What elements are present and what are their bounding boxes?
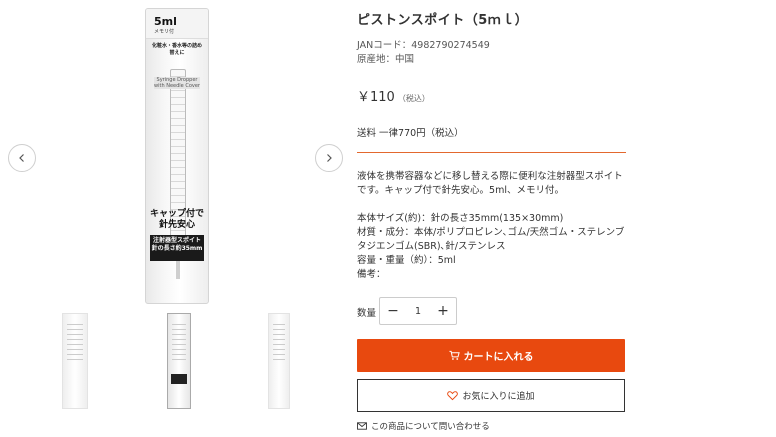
- mail-icon: [357, 422, 367, 430]
- product-origin: 原産地：中国: [357, 54, 415, 65]
- quantity-label: 数量: [357, 308, 377, 319]
- quantity-input[interactable]: [406, 298, 430, 324]
- package-desc-text: 化粧水・香水等の詰め替えに: [152, 43, 203, 56]
- thumbnail-band: [171, 374, 187, 384]
- thumbnail-text-lines: [172, 320, 186, 360]
- add-to-favorites-label: お気に入りに追加: [462, 392, 535, 402]
- product-title: ピストンスポイト（5ｍｌ）: [357, 13, 529, 28]
- product-inquiry-link[interactable]: この商品について問い合わせる: [357, 420, 490, 432]
- add-to-cart-button[interactable]: カートに入れる: [357, 339, 625, 372]
- gallery-thumbnail[interactable]: [62, 313, 88, 409]
- package-sub-text: メモリ付: [154, 29, 175, 35]
- add-to-favorites-button[interactable]: お気に入りに追加: [357, 379, 625, 412]
- product-price: ￥110 （税込）: [357, 86, 430, 105]
- syringe-label: Syringe Dropper with Needle Cover: [154, 77, 200, 89]
- thumbnail-text-lines: [67, 320, 83, 360]
- price-tax-note: （税込）: [397, 94, 430, 103]
- heart-icon: [447, 391, 459, 401]
- quantity-stepper: − +: [379, 297, 457, 325]
- cart-icon: [448, 350, 460, 360]
- thumbnail-text-lines: [273, 320, 285, 360]
- product-jan: JANコード：4982790274549: [357, 40, 490, 51]
- shipping-info: 送料 一律770円（税込）: [357, 128, 464, 139]
- quantity-decrement-button[interactable]: −: [380, 298, 406, 324]
- chevron-left-icon: [19, 154, 24, 162]
- package-band: 注射器型スポイト 針の長さ約35mm: [150, 235, 204, 261]
- product-main-image: 5ml メモリ付 化粧水・香水等の詰め替えに Syringe Dropper w…: [145, 8, 209, 304]
- price-value: ￥110: [357, 90, 395, 105]
- gallery-next-button[interactable]: [315, 144, 343, 172]
- quantity-increment-button[interactable]: +: [430, 298, 456, 324]
- chevron-right-icon: [327, 154, 332, 162]
- gallery-prev-button[interactable]: [8, 144, 36, 172]
- package-cap-text: キャップ付で針先安心: [150, 209, 205, 230]
- gallery-thumbnail[interactable]: [268, 313, 290, 409]
- add-to-cart-label: カートに入れる: [463, 352, 534, 363]
- package-header: 5ml メモリ付: [146, 9, 208, 39]
- product-description: 液体を携帯容器などに移し替える際に便利な注射器型スポイトです。キャップ付で針先安…: [357, 171, 625, 280]
- section-divider: [357, 152, 626, 153]
- package-size-text: 5ml: [154, 15, 177, 28]
- gallery-thumbnail-active[interactable]: [167, 313, 191, 409]
- inquiry-label: この商品について問い合わせる: [371, 422, 490, 432]
